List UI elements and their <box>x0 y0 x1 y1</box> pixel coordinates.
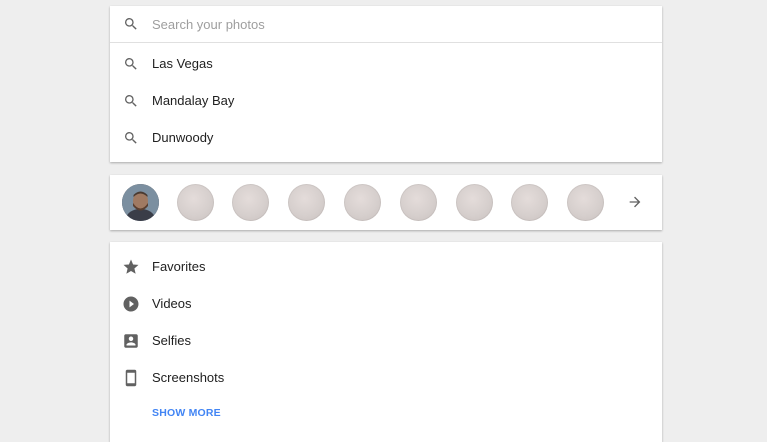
category-label: Videos <box>152 296 192 311</box>
face-avatar[interactable] <box>232 184 269 221</box>
category-label: Favorites <box>152 259 206 274</box>
suggestion-label: Las Vegas <box>152 56 213 71</box>
face-avatar[interactable] <box>122 184 159 221</box>
star-icon <box>122 258 140 276</box>
suggestion-list: Las Vegas Mandalay Bay Dunwoody <box>110 43 662 156</box>
face-avatar[interactable] <box>344 184 381 221</box>
portrait-icon <box>122 332 140 350</box>
play-circle-icon <box>122 295 140 313</box>
face-avatar[interactable] <box>177 184 214 221</box>
search-card: Las Vegas Mandalay Bay Dunwoody <box>110 6 662 162</box>
search-icon <box>122 129 140 147</box>
category-selfies[interactable]: Selfies <box>110 322 662 359</box>
face-avatar[interactable] <box>456 184 493 221</box>
category-videos[interactable]: Videos <box>110 285 662 322</box>
suggestion-item[interactable]: Las Vegas <box>110 45 662 82</box>
category-screenshots[interactable]: Screenshots <box>110 359 662 396</box>
search-icon <box>122 92 140 110</box>
search-input[interactable] <box>152 6 632 42</box>
search-icon <box>122 55 140 73</box>
search-bar[interactable] <box>110 6 662 43</box>
category-list: Favorites Videos Selfies Screenshots <box>110 242 662 396</box>
suggestion-label: Dunwoody <box>152 130 214 145</box>
suggestion-item[interactable]: Dunwoody <box>110 119 662 156</box>
face-avatar[interactable] <box>288 184 325 221</box>
category-label: Screenshots <box>152 370 225 385</box>
category-label: Selfies <box>152 333 192 348</box>
people-card <box>110 175 662 230</box>
phone-icon <box>122 369 140 387</box>
people-row <box>110 175 662 230</box>
suggestion-label: Mandalay Bay <box>152 93 235 108</box>
things-card: Favorites Videos Selfies Screenshots SHO… <box>110 242 662 442</box>
category-favorites[interactable]: Favorites <box>110 248 662 285</box>
search-icon <box>122 15 140 33</box>
face-avatar[interactable] <box>400 184 437 221</box>
show-more-button[interactable]: SHOW MORE <box>152 407 221 419</box>
suggestion-item[interactable]: Mandalay Bay <box>110 82 662 119</box>
face-avatar[interactable] <box>511 184 548 221</box>
face-avatar[interactable] <box>567 184 604 221</box>
arrow-right-icon[interactable] <box>626 193 644 211</box>
